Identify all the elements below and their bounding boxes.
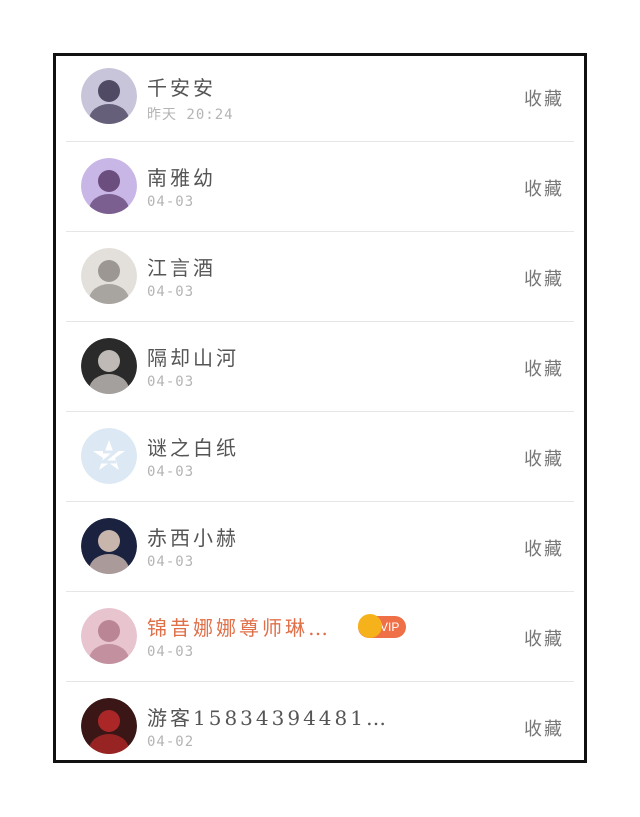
favorite-button[interactable]: 收藏 <box>524 535 564 561</box>
visit-time: 04-03 <box>147 464 195 480</box>
favorite-button[interactable]: 收藏 <box>524 625 564 651</box>
visitor-row[interactable]: 锦昔娜娜尊师琳… VIP 04-03 收藏 <box>56 592 584 682</box>
visit-time: 04-03 <box>147 194 195 210</box>
visitor-list: 千安安 昨天 20:24 收藏 南雅幼 04-03 收藏 江言酒 04-03 收藏 隔却山河 04-… <box>56 56 584 760</box>
visit-time: 04-03 <box>147 644 195 660</box>
visitor-name[interactable]: 千安安 <box>147 72 216 101</box>
favorite-button[interactable]: 收藏 <box>524 715 564 741</box>
purple-sky-girl-avatar[interactable] <box>81 158 137 214</box>
vip-label: VIP <box>380 620 400 634</box>
visitor-row[interactable]: 隔却山河 04-03 收藏 <box>56 322 584 412</box>
favorite-button[interactable]: 收藏 <box>524 265 564 291</box>
visitor-name[interactable]: 谜之白纸 <box>147 432 239 461</box>
visitor-name[interactable]: 南雅幼 <box>147 162 216 191</box>
visit-time: 昨天 20:24 <box>147 107 234 123</box>
visitor-name[interactable]: 赤西小赫 <box>147 522 239 551</box>
visitor-row[interactable]: 南雅幼 04-03 收藏 <box>56 142 584 232</box>
boy-portrait-avatar[interactable] <box>81 338 137 394</box>
visitor-row[interactable]: 江言酒 04-03 收藏 <box>56 232 584 322</box>
visitor-row[interactable]: 游客15834394481… 04-02 收藏 <box>56 682 584 760</box>
favorite-button[interactable]: 收藏 <box>524 445 564 471</box>
red-hood-avatar[interactable] <box>81 698 137 754</box>
favorite-button[interactable]: 收藏 <box>524 355 564 381</box>
crown-icon <box>358 614 382 638</box>
visitor-name[interactable]: 隔却山河 <box>147 342 239 371</box>
visit-time: 04-02 <box>147 734 195 750</box>
visitor-list-frame: 千安安 昨天 20:24 收藏 南雅幼 04-03 收藏 江言酒 04-03 收藏 隔却山河 04-… <box>53 53 587 763</box>
visitor-row[interactable]: 千安安昨天 20:24 收藏 <box>56 56 584 142</box>
visitor-name[interactable]: 锦昔娜娜尊师琳… <box>147 612 331 641</box>
visit-time: 04-03 <box>147 374 195 390</box>
default-qzone-avatar[interactable] <box>81 428 137 484</box>
vip-badge: VIP <box>358 614 406 638</box>
visitor-name[interactable]: 江言酒 <box>147 252 216 281</box>
visitor-row[interactable]: 谜之白纸 04-03 收藏 <box>56 412 584 502</box>
girl-portrait-avatar[interactable] <box>81 68 137 124</box>
white-dress-avatar[interactable] <box>81 248 137 304</box>
boy-face-avatar[interactable] <box>81 518 137 574</box>
visitor-name[interactable]: 游客15834394481… <box>147 702 389 731</box>
favorite-button[interactable]: 收藏 <box>524 175 564 201</box>
pink-portrait-avatar[interactable] <box>81 608 137 664</box>
visit-time: 04-03 <box>147 554 195 570</box>
favorite-button[interactable]: 收藏 <box>524 85 564 111</box>
visitor-row[interactable]: 赤西小赫 04-03 收藏 <box>56 502 584 592</box>
visit-time: 04-03 <box>147 284 195 300</box>
